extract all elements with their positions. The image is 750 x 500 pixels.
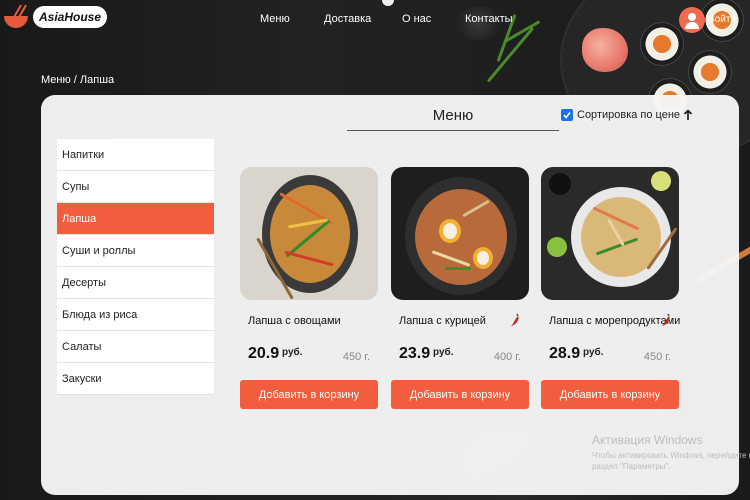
product-card: Лапша с овощами 20.9 руб. 450 г. Добавит… [240, 167, 378, 409]
product-image[interactable] [541, 167, 679, 300]
sort-by-price-toggle[interactable]: Сортировка по цене [561, 109, 693, 121]
nav-about[interactable]: О нас [402, 13, 431, 25]
category-sidebar: Напитки Супы Лапша Суши и роллы Десерты … [57, 139, 214, 395]
breadcrumb: Меню / Лапша [41, 74, 115, 86]
product-name: Лапша с овощами [248, 315, 341, 327]
product-weight: 400 г. [493, 351, 521, 363]
product-card: Лапша с морепродуктами 28.9 руб. 450 г. … [541, 167, 680, 409]
category-soups[interactable]: Супы [57, 171, 214, 203]
chili-icon [662, 313, 670, 326]
nav-menu[interactable]: Меню [260, 13, 290, 25]
product-price: 20.9 [248, 345, 280, 362]
product-price: 28.9 [549, 345, 581, 362]
product-currency: руб. [282, 347, 303, 358]
product-name: Лапша с курицей [399, 315, 486, 327]
logo-bowl-icon [4, 4, 30, 30]
product-card: Лапша с курицей 23.9 руб. 400 г. Добавит… [391, 167, 529, 409]
watermark-text: Чтобы активировать Windows, перейдите в … [592, 451, 750, 471]
product-weight: 450 г. [342, 351, 370, 363]
nav-delivery[interactable]: Доставка [324, 13, 371, 25]
category-drinks[interactable]: Напитки [57, 139, 214, 171]
login-link[interactable]: Войти [708, 14, 736, 25]
arrow-up-icon[interactable] [683, 109, 693, 121]
category-noodles[interactable]: Лапша [57, 203, 214, 235]
category-desserts[interactable]: Десерты [57, 267, 214, 299]
product-price: 23.9 [399, 345, 431, 362]
category-rice-dishes[interactable]: Блюда из риса [57, 299, 214, 331]
nav-contacts[interactable]: Контакты [465, 13, 513, 25]
user-icon[interactable] [679, 7, 705, 33]
category-salads[interactable]: Салаты [57, 331, 214, 363]
panel-title: Меню [347, 107, 559, 131]
product-weight: 450 г. [643, 351, 671, 363]
checkbox-icon[interactable] [561, 109, 573, 121]
category-sushi-rolls[interactable]: Суши и роллы [57, 235, 214, 267]
add-to-cart-button[interactable]: Добавить в корзину [391, 380, 529, 409]
product-currency: руб. [583, 347, 604, 358]
chili-icon [511, 313, 519, 326]
add-to-cart-button[interactable]: Добавить в корзину [541, 380, 679, 409]
product-currency: руб. [433, 347, 454, 358]
category-snacks[interactable]: Закуски [57, 363, 214, 395]
sort-label: Сортировка по цене [577, 109, 681, 121]
product-image[interactable] [391, 167, 529, 300]
product-image[interactable] [240, 167, 378, 300]
windows-activation-watermark: Активация Windows Чтобы активировать Win… [592, 433, 750, 472]
watermark-title: Активация Windows [592, 433, 703, 447]
logo-text: AsiaHouse [33, 6, 108, 28]
add-to-cart-button[interactable]: Добавить в корзину [240, 380, 378, 409]
header: AsiaHouse Меню Доставка О нас Контакты В… [0, 0, 750, 44]
logo[interactable]: AsiaHouse [4, 4, 108, 30]
